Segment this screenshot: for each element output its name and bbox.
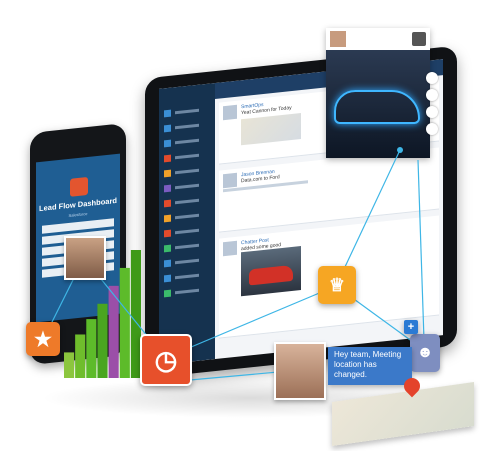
woman-photo — [274, 342, 326, 400]
marketing-illustration: SmartOps Yeat Cannon for Today Jason Bre… — [0, 0, 490, 451]
crown-icon[interactable]: ♕ — [318, 266, 356, 304]
chat-message: Hey team, Meeting location has changed. — [328, 347, 412, 385]
speedometer-icon[interactable]: ◷ — [140, 334, 192, 386]
plus-icon[interactable]: + — [404, 320, 418, 334]
man-photo — [64, 236, 106, 280]
contact-card-icon[interactable]: ☻ — [410, 334, 440, 372]
person-icon[interactable]: ★ — [26, 322, 60, 356]
